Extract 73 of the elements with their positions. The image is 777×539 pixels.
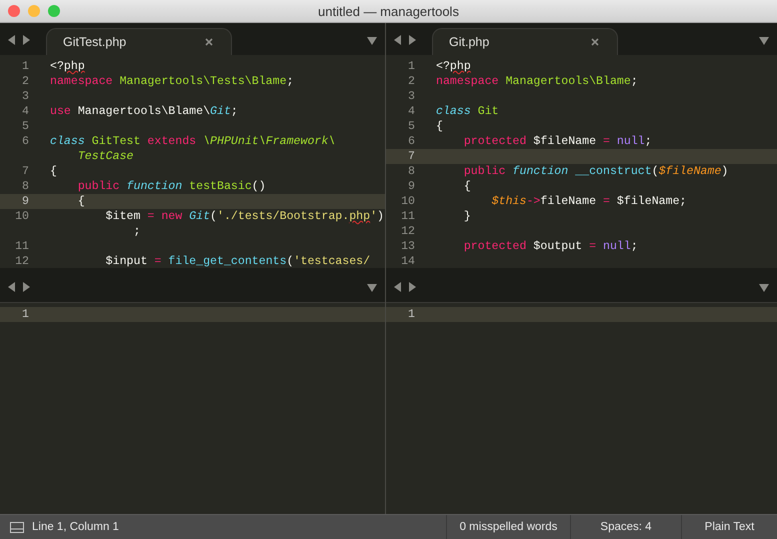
indentation-setting[interactable]: Spaces: 4 (570, 515, 681, 539)
line-number: 3 (22, 90, 29, 103)
forward-arrow-icon[interactable] (22, 35, 30, 45)
line-number: 8 (22, 180, 29, 193)
line-number: 5 (22, 120, 29, 133)
line-number: 2 (408, 75, 415, 88)
dropdown-icon[interactable] (367, 37, 377, 45)
forward-arrow-icon[interactable] (22, 282, 30, 292)
code-line: { (50, 164, 57, 179)
code-line: } (462, 209, 471, 224)
window-title: untitled — managertools (318, 4, 459, 18)
line-number: 3 (408, 90, 415, 103)
code-line: { (76, 194, 85, 209)
cursor-position: Line 1, Column 1 (32, 521, 119, 533)
code-line: protected $output = null; (462, 239, 638, 254)
code-line: namespace Managertools\Tests\Blame; (50, 74, 294, 89)
syntax-setting[interactable]: Plain Text (681, 515, 777, 539)
file-tab[interactable]: Git.php (432, 28, 618, 55)
code-line: protected $fileName = null; (462, 134, 652, 149)
code-line: { (462, 179, 471, 194)
line-number: 6 (22, 135, 29, 148)
line-number: 10 (401, 195, 415, 208)
close-icon[interactable] (591, 38, 599, 46)
code-line: ; (132, 224, 140, 239)
code-line: use Managertools\Blame\Git; (50, 104, 238, 119)
code-line: public function __construct($fileName) (462, 164, 728, 179)
code-line: $input = file_get_contents('testcases/ (104, 254, 370, 268)
line-number: 7 (408, 150, 415, 163)
line-number: 8 (408, 165, 415, 178)
line-number: 2 (22, 75, 29, 88)
line-number: 7 (22, 165, 29, 178)
line-number: 11 (15, 240, 29, 253)
line-number: 1 (408, 308, 415, 321)
line-number: 1 (408, 60, 415, 73)
line-number: 9 (22, 195, 29, 208)
code-line: class GitTest extends \PHPUnit\Framework\ (50, 134, 336, 149)
dropdown-icon[interactable] (759, 37, 769, 45)
code-line: TestCase (76, 149, 134, 164)
dropdown-icon[interactable] (367, 284, 377, 292)
line-number: 9 (408, 180, 415, 193)
forward-arrow-icon[interactable] (408, 282, 416, 292)
line-number: 4 (408, 105, 415, 118)
code-line: $this->fileName = $fileName; (490, 194, 686, 209)
line-number: 13 (401, 240, 415, 253)
line-number: 12 (15, 255, 29, 268)
code-line: <?php (436, 59, 471, 74)
line-number: 12 (401, 225, 415, 238)
code-line: public function testBasic() (76, 179, 266, 194)
line-number: 6 (408, 135, 415, 148)
code-line: $item = new Git('./tests/Bootstrap.php') (104, 209, 384, 224)
panel-icon[interactable] (10, 522, 24, 532)
code-line: namespace Managertools\Blame; (436, 74, 638, 89)
line-number: 1 (22, 308, 29, 321)
back-arrow-icon[interactable] (8, 282, 16, 292)
close-icon[interactable] (205, 38, 213, 46)
file-tab[interactable]: GitTest.php (46, 28, 232, 55)
line-number: 10 (15, 210, 29, 223)
dropdown-icon[interactable] (759, 284, 769, 292)
forward-arrow-icon[interactable] (408, 35, 416, 45)
code-line: class Git (436, 104, 499, 119)
code-line: { (436, 119, 443, 134)
code-editor[interactable]: 1 (0, 303, 385, 514)
back-arrow-icon[interactable] (394, 35, 402, 45)
back-arrow-icon[interactable] (8, 35, 16, 45)
code-line: <?php (50, 59, 85, 74)
line-number: 4 (22, 105, 29, 118)
line-number: 5 (408, 120, 415, 133)
code-editor[interactable]: 1 (386, 303, 777, 514)
line-number: 1 (22, 60, 29, 73)
line-number: 11 (401, 210, 415, 223)
back-arrow-icon[interactable] (394, 282, 402, 292)
spelling-status[interactable]: 0 misspelled words (446, 515, 570, 539)
line-number: 14 (401, 255, 415, 268)
